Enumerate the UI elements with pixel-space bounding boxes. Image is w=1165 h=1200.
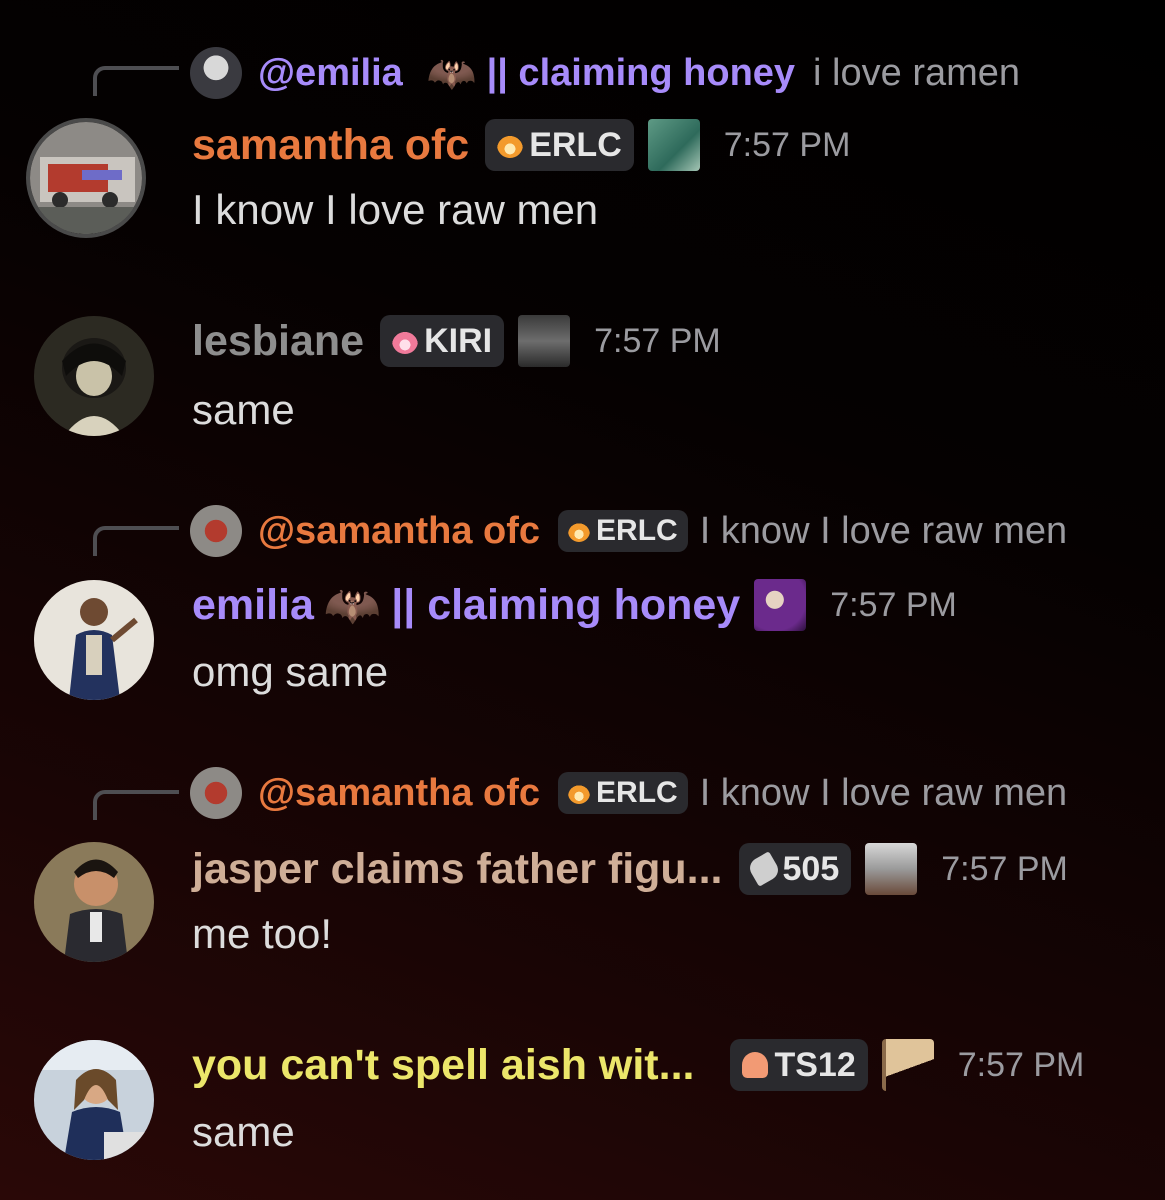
message-header: samantha ofc ERLC 7:57 PM <box>192 110 850 180</box>
feather-icon <box>745 851 782 887</box>
reply-server-tag-label: ERLC <box>596 514 678 547</box>
avatar[interactable] <box>34 1040 154 1160</box>
pink-flame-icon <box>392 328 419 354</box>
reply-server-tag-label: ERLC <box>596 776 678 809</box>
username[interactable]: you can't spell aish wit... <box>192 1041 694 1090</box>
reply-avatar <box>190 47 242 99</box>
message-header: jasper claims father figu... 505 7:57 PM <box>192 834 1068 904</box>
reply-server-tag: ERLC <box>558 510 688 552</box>
username[interactable]: jasper claims father figu... <box>192 845 723 894</box>
message-header: you can't spell aish wit... TS12 7:57 PM <box>192 1030 1084 1100</box>
reply-text: I know I love raw men <box>699 771 1068 814</box>
reply-avatar <box>190 767 242 819</box>
role-icon <box>754 579 807 631</box>
server-tag-label: KIRI <box>424 321 493 360</box>
role-icon <box>518 315 571 367</box>
reply-text: i love ramen <box>813 51 1021 94</box>
message-header: emilia 🦇 || claiming honey 7:57 PM <box>192 570 957 640</box>
avatar[interactable] <box>26 118 146 238</box>
server-tag[interactable]: TS12 <box>730 1039 868 1091</box>
username-suffix: || claiming honey <box>391 580 741 629</box>
server-tag[interactable]: ERLC <box>485 119 634 171</box>
flag-icon <box>881 1039 934 1091</box>
server-tag-label: TS12 <box>774 1045 856 1084</box>
reply-username-suffix: || claiming honey <box>486 51 796 94</box>
server-tag-label: ERLC <box>529 125 622 164</box>
server-tag-label: 505 <box>782 849 840 888</box>
timestamp: 7:57 PM <box>830 585 957 624</box>
server-tag[interactable]: 505 <box>738 843 852 895</box>
reply-username[interactable]: @samantha ofc <box>258 772 540 815</box>
message-content: I know I love raw men <box>192 186 599 233</box>
bat-icon: 🦇 <box>426 51 477 96</box>
message-header: lesbiane KIRI 7:57 PM <box>192 306 721 376</box>
message-content: same <box>192 386 295 433</box>
timestamp: 7:57 PM <box>594 321 721 360</box>
timestamp: 7:57 PM <box>723 125 851 164</box>
role-icon <box>865 843 918 895</box>
bat-icon: 🦇 <box>323 578 382 631</box>
avatar[interactable] <box>34 580 154 700</box>
username[interactable]: emilia <box>192 581 314 630</box>
message-content: omg same <box>192 648 389 695</box>
reply-username[interactable]: @samantha ofc <box>258 510 540 553</box>
reply-preview[interactable]: @samantha ofc ERLC I know I love raw men <box>190 767 1068 819</box>
reply-username[interactable]: @emilia <box>258 52 403 95</box>
avatar[interactable] <box>34 316 154 436</box>
flame-icon <box>568 782 591 804</box>
reply-connector <box>93 790 179 820</box>
reply-connector <box>93 526 179 556</box>
reply-text: I know I love raw men <box>699 509 1068 552</box>
avatar[interactable] <box>34 842 154 962</box>
reply-connector <box>93 66 179 96</box>
message-content: same <box>192 1108 295 1155</box>
reply-server-tag: ERLC <box>558 772 688 814</box>
flame-icon <box>568 520 591 542</box>
username[interactable]: samantha ofc <box>192 121 469 170</box>
reply-avatar <box>190 505 242 557</box>
role-icon <box>647 119 700 171</box>
message-content: me too! <box>192 910 333 957</box>
server-tag[interactable]: KIRI <box>380 315 505 367</box>
timestamp: 7:57 PM <box>957 1045 1085 1084</box>
flame-icon <box>497 132 524 158</box>
reply-preview[interactable]: @samantha ofc ERLC I know I love raw men <box>190 505 1068 557</box>
reply-preview[interactable]: @emilia 🦇 || claiming honey i love ramen <box>190 47 1021 99</box>
heart-icon <box>742 1052 769 1078</box>
timestamp: 7:57 PM <box>941 849 1068 888</box>
username[interactable]: lesbiane <box>192 317 364 366</box>
